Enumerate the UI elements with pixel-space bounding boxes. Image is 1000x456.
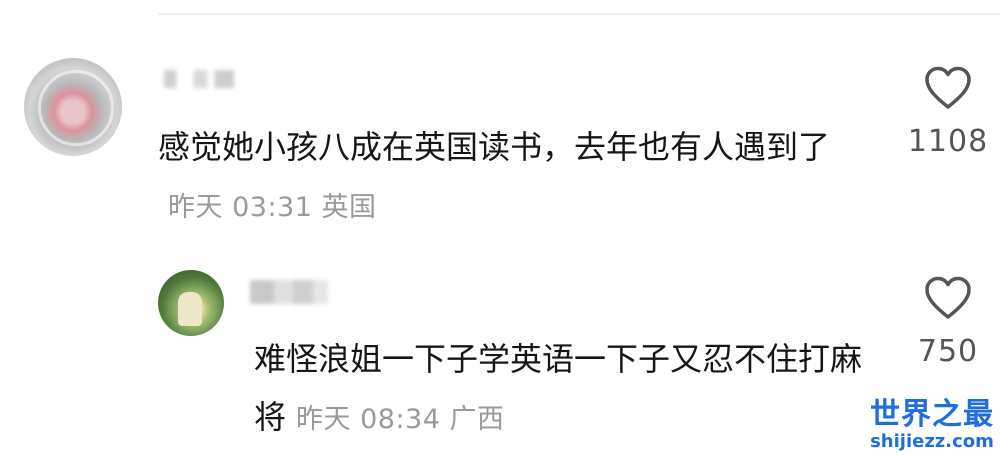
- comment-location: 广西: [449, 404, 505, 435]
- comment-body: 感觉她小孩八成在英国读书，去年也有人遇到了昨天 03:31 英国: [158, 118, 848, 237]
- avatar[interactable]: [24, 58, 122, 156]
- watermark-url: shijiezz.com: [870, 431, 994, 452]
- watermark: 世界之最 shijiezz.com: [870, 398, 994, 452]
- like-count: 750: [917, 334, 979, 369]
- heart-icon: [925, 276, 971, 319]
- comment-text: 感觉她小孩八成在英国读书，去年也有人遇到了: [158, 128, 831, 166]
- comment-time: 昨天 03:31: [168, 192, 313, 223]
- watermark-title: 世界之最: [870, 397, 994, 432]
- comment-body: 难怪浪姐一下子学英语一下子又忍不住打麻将 昨天 08:34 广西: [254, 330, 864, 449]
- like-button[interactable]: 1108: [898, 66, 998, 159]
- like-count: 1108: [907, 124, 989, 159]
- avatar[interactable]: [158, 270, 224, 336]
- heart-icon: [925, 66, 971, 109]
- comment-location: 英国: [321, 192, 377, 223]
- top-divider: [158, 13, 1000, 15]
- username-blurred[interactable]: [250, 280, 328, 304]
- username-blurred[interactable]: [164, 70, 234, 88]
- comment-time: 昨天 08:34: [296, 404, 441, 435]
- like-button[interactable]: 750: [898, 276, 998, 369]
